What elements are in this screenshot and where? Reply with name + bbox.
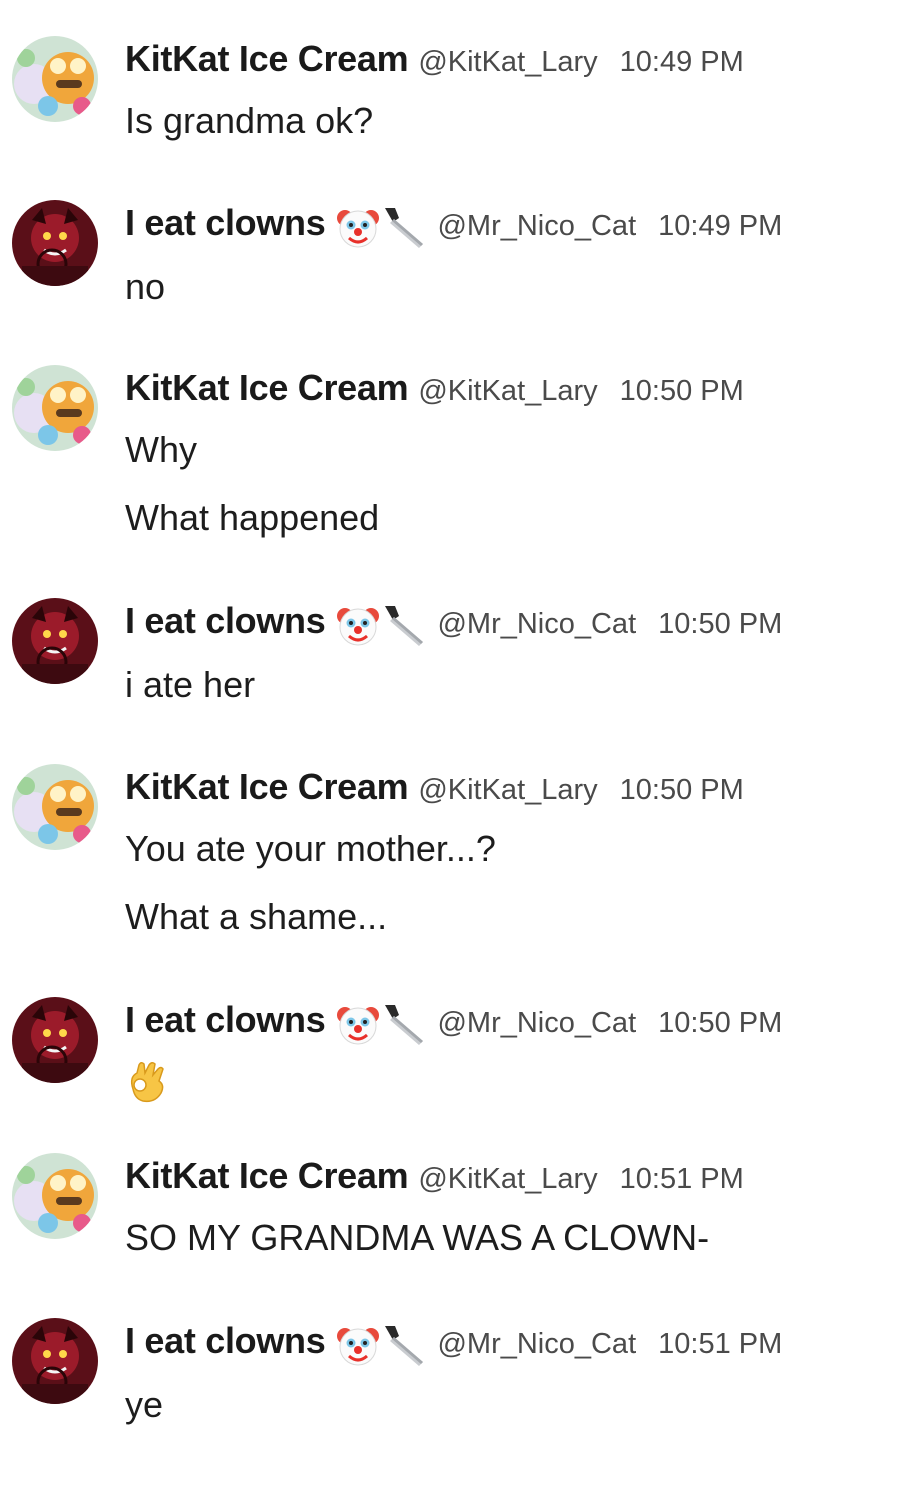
clown-face-icon <box>337 210 380 248</box>
author-name[interactable]: KitKat Ice Cream <box>125 1155 409 1197</box>
message-timestamp: 10:50 PM <box>619 774 744 806</box>
clown-face-icon <box>337 1007 380 1045</box>
demon-avatar-icon <box>12 200 98 286</box>
author-name[interactable]: KitKat Ice Cream <box>125 367 409 409</box>
author-name[interactable]: I eat clowns <box>125 1320 326 1362</box>
nico-avatar[interactable] <box>12 598 98 684</box>
message-text: no <box>125 266 166 307</box>
name-emojis <box>335 602 427 648</box>
author-handle[interactable]: @KitKat_Lary <box>418 46 597 79</box>
message-text: What happened <box>125 497 380 538</box>
message-timestamp: 10:49 PM <box>658 210 783 242</box>
bear-avatar-icon <box>12 36 98 122</box>
author-handle[interactable]: @KitKat_Lary <box>418 774 597 807</box>
message-text: You ate your mother...? <box>125 828 496 869</box>
author-name[interactable]: KitKat Ice Cream <box>125 766 409 808</box>
nico-avatar[interactable] <box>12 997 98 1083</box>
author-name[interactable]: I eat clowns <box>125 202 326 244</box>
kitkat-avatar[interactable] <box>12 764 98 850</box>
author-handle[interactable]: @KitKat_Lary <box>418 1163 597 1196</box>
kitchen-knife-icon <box>385 606 424 646</box>
nico-avatar[interactable] <box>12 200 98 286</box>
author-handle[interactable]: @KitKat_Lary <box>418 375 597 408</box>
name-emojis <box>335 1001 427 1047</box>
kitkat-avatar[interactable] <box>12 365 98 451</box>
kitchen-knife-icon <box>385 208 424 248</box>
message-text: What a shame... <box>125 896 388 937</box>
author-name[interactable]: KitKat Ice Cream <box>125 38 409 80</box>
message-timestamp: 10:51 PM <box>619 1163 744 1195</box>
message-timestamp: 10:51 PM <box>658 1328 783 1360</box>
demon-avatar-icon <box>12 997 98 1083</box>
author-name[interactable]: I eat clowns <box>125 600 326 642</box>
message-text: Is grandma ok? <box>125 100 374 141</box>
name-emojis <box>335 1322 427 1368</box>
kitkat-avatar[interactable] <box>12 1153 98 1239</box>
author-handle[interactable]: @Mr_Nico_Cat <box>437 210 636 243</box>
clown-face-icon <box>337 608 380 646</box>
message-emoji <box>125 1059 169 1105</box>
demon-avatar-icon <box>12 1318 98 1404</box>
kitkat-avatar[interactable] <box>12 36 98 122</box>
bear-avatar-icon <box>12 365 98 451</box>
name-emojis <box>335 204 427 250</box>
message-text: i ate her <box>125 664 256 705</box>
author-handle[interactable]: @Mr_Nico_Cat <box>437 1007 636 1040</box>
demon-avatar-icon <box>12 598 98 684</box>
author-handle[interactable]: @Mr_Nico_Cat <box>437 608 636 641</box>
bear-avatar-icon <box>12 1153 98 1239</box>
message-timestamp: 10:50 PM <box>619 375 744 407</box>
message-timestamp: 10:49 PM <box>619 46 744 78</box>
message-timestamp: 10:50 PM <box>658 1007 783 1039</box>
bear-avatar-icon <box>12 764 98 850</box>
kitchen-knife-icon <box>385 1005 424 1045</box>
kitchen-knife-icon <box>385 1326 424 1366</box>
ok-hand-icon <box>130 1061 164 1103</box>
message-text: SO MY GRANDMA WAS A CLOWN- <box>125 1217 710 1258</box>
author-name[interactable]: I eat clowns <box>125 999 326 1041</box>
message-timestamp: 10:50 PM <box>658 608 783 640</box>
message-text: Why <box>125 429 197 470</box>
clown-face-icon <box>337 1328 380 1366</box>
message-text: ye <box>125 1384 164 1425</box>
author-handle[interactable]: @Mr_Nico_Cat <box>437 1328 636 1361</box>
nico-avatar[interactable] <box>12 1318 98 1404</box>
